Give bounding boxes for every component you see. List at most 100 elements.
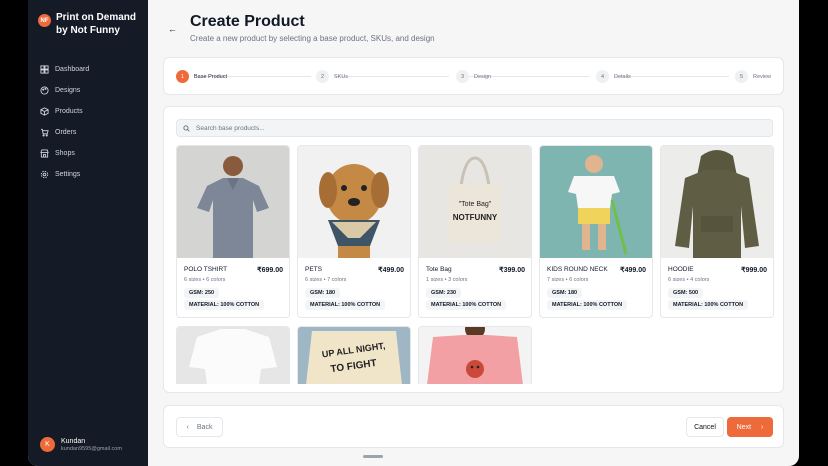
svg-text:NOTFUNNY: NOTFUNNY bbox=[453, 213, 498, 222]
product-name: KIDS ROUND NECK bbox=[547, 266, 608, 273]
product-price: ₹499.00 bbox=[378, 267, 404, 274]
step-label: SKUs bbox=[334, 73, 349, 80]
gsm-badge: GSM: 180 bbox=[547, 288, 583, 298]
product-name: HOODIE bbox=[668, 266, 694, 273]
brand[interactable]: NF Print on Demand by Not Funny bbox=[38, 11, 146, 37]
product-card-hoodie[interactable]: HOODIE ₹999.00 6 sizes • 4 colors GSM: 5… bbox=[660, 145, 774, 318]
sidebar-item-label: Dashboard bbox=[55, 66, 90, 73]
hoodie-image bbox=[661, 146, 773, 258]
step-review[interactable]: 5 Review bbox=[735, 70, 771, 83]
sidebar-item-label: Settings bbox=[55, 171, 81, 178]
product-name: Tote Bag bbox=[426, 266, 452, 273]
polo-tshirt-image bbox=[177, 146, 289, 258]
product-card-polo-tshirt[interactable]: POLO TSHIRT ₹699.00 6 sizes • 6 colors G… bbox=[176, 145, 290, 318]
search-icon bbox=[183, 124, 190, 132]
search-placeholder: Search base products... bbox=[196, 124, 265, 132]
page-subtitle: Create a new product by selecting a base… bbox=[190, 34, 435, 43]
sidebar-item-label: Designs bbox=[55, 87, 81, 94]
search-input[interactable]: Search base products... bbox=[176, 119, 773, 137]
cancel-button[interactable]: Cancel bbox=[686, 417, 724, 437]
step-connector bbox=[614, 76, 729, 77]
user-email: kundan9595@gmail.com bbox=[61, 445, 122, 452]
tote-bag-image: "Tote Bag" NOTFUNNY bbox=[419, 146, 531, 258]
product-meta: 1 sizes • 3 colors bbox=[426, 277, 468, 283]
product-card-partial[interactable] bbox=[418, 326, 532, 384]
user-name: Kundan bbox=[61, 437, 86, 445]
wizard-footer: ‹ Back Cancel Next › bbox=[163, 405, 784, 448]
sidebar-item-settings[interactable]: Settings bbox=[40, 164, 89, 185]
step-number: 1 bbox=[176, 70, 189, 83]
material-badge: MATERIAL: 100% COTTON bbox=[426, 300, 507, 310]
product-meta: 6 sizes • 6 colors bbox=[184, 277, 226, 283]
gear-icon bbox=[40, 170, 49, 179]
back-arrow-icon[interactable]: ← bbox=[168, 24, 177, 34]
sidebar: NF Print on Demand by Not Funny Dashboar… bbox=[28, 0, 148, 466]
sidebar-item-dashboard[interactable]: Dashboard bbox=[40, 59, 89, 80]
step-details[interactable]: 4 Details bbox=[596, 70, 631, 83]
home-indicator bbox=[363, 455, 383, 458]
product-meta: 6 sizes • 7 colors bbox=[305, 277, 347, 283]
product-price: ₹699.00 bbox=[257, 267, 283, 274]
step-connector bbox=[334, 76, 449, 77]
step-number: 5 bbox=[735, 70, 748, 83]
app-window: NF Print on Demand by Not Funny Dashboar… bbox=[28, 0, 799, 466]
page-title: Create Product bbox=[190, 13, 305, 30]
next-label: Next bbox=[736, 423, 752, 431]
gsm-badge: GSM: 180 bbox=[305, 288, 341, 298]
dog-bandana-image bbox=[298, 146, 410, 258]
pink-tshirt-image bbox=[419, 327, 531, 384]
product-name: PETS bbox=[305, 266, 322, 273]
step-label: Review bbox=[753, 73, 772, 80]
material-badge: MATERIAL: 100% COTTON bbox=[668, 300, 749, 310]
next-button[interactable]: Next › bbox=[727, 417, 773, 437]
store-icon bbox=[40, 149, 49, 158]
material-badge: MATERIAL: 100% COTTON bbox=[547, 300, 628, 310]
svg-text:"Tote Bag": "Tote Bag" bbox=[459, 201, 492, 208]
sidebar-item-shops[interactable]: Shops bbox=[40, 143, 89, 164]
gsm-badge: GSM: 250 bbox=[184, 288, 220, 298]
product-price: ₹999.00 bbox=[741, 267, 767, 274]
product-card-kids-round-neck[interactable]: KIDS ROUND NECK ₹499.00 7 sizes • 6 colo… bbox=[539, 145, 653, 318]
sidebar-item-label: Products bbox=[55, 108, 83, 115]
step-label: Base Product bbox=[194, 73, 228, 80]
material-badge: MATERIAL: 100% COTTON bbox=[184, 300, 265, 310]
product-name: POLO TSHIRT bbox=[184, 266, 228, 273]
gsm-badge: GSM: 230 bbox=[426, 288, 462, 298]
user-profile[interactable]: K Kundan kundan9595@gmail.com bbox=[40, 437, 122, 452]
step-design[interactable]: 3 Design bbox=[456, 70, 491, 83]
step-number: 3 bbox=[456, 70, 469, 83]
product-card-tote-bag[interactable]: "Tote Bag" NOTFUNNY Tote Bag ₹399.00 1 s… bbox=[418, 145, 532, 318]
brand-logo: NF bbox=[38, 14, 51, 27]
kids-tshirt-image bbox=[540, 146, 652, 258]
sidebar-item-label: Orders bbox=[55, 129, 77, 136]
product-price: ₹499.00 bbox=[620, 267, 646, 274]
box-icon bbox=[40, 107, 49, 116]
gsm-badge: GSM: 500 bbox=[668, 288, 704, 298]
brand-name: Print on Demand by Not Funny bbox=[56, 12, 137, 36]
step-number: 2 bbox=[316, 70, 329, 83]
sidebar-nav: Dashboard Designs Products Orders Shops … bbox=[40, 59, 89, 185]
chevron-left-icon: ‹ bbox=[186, 423, 189, 431]
product-picker: Search base products... POLO TSHIRT ₹699… bbox=[163, 106, 784, 393]
stepper: 1 Base Product 2 SKUs 3 Design 4 Details… bbox=[163, 57, 784, 95]
avatar: K bbox=[40, 437, 55, 452]
sidebar-item-designs[interactable]: Designs bbox=[40, 80, 89, 101]
sidebar-item-products[interactable]: Products bbox=[40, 101, 89, 122]
step-skus[interactable]: 2 SKUs bbox=[316, 70, 348, 83]
step-label: Details bbox=[614, 73, 631, 80]
grid-icon bbox=[40, 65, 49, 74]
product-card-partial[interactable]: UP ALL NIGHT, TO FIGHT bbox=[297, 326, 411, 384]
palette-icon bbox=[40, 86, 49, 95]
step-number: 4 bbox=[596, 70, 609, 83]
back-button[interactable]: ‹ Back bbox=[176, 417, 223, 437]
printed-tshirt-image: UP ALL NIGHT, TO FIGHT bbox=[298, 327, 410, 384]
cart-icon bbox=[40, 128, 49, 137]
material-badge: MATERIAL: 100% COTTON bbox=[305, 300, 386, 310]
step-base-product[interactable]: 1 Base Product bbox=[176, 70, 227, 83]
product-meta: 6 sizes • 4 colors bbox=[668, 277, 710, 283]
back-label: Back bbox=[196, 423, 213, 431]
product-card-partial[interactable] bbox=[176, 326, 290, 384]
sidebar-item-orders[interactable]: Orders bbox=[40, 122, 89, 143]
white-tshirt-image bbox=[177, 327, 289, 384]
product-card-pets[interactable]: PETS ₹499.00 6 sizes • 7 colors GSM: 180… bbox=[297, 145, 411, 318]
